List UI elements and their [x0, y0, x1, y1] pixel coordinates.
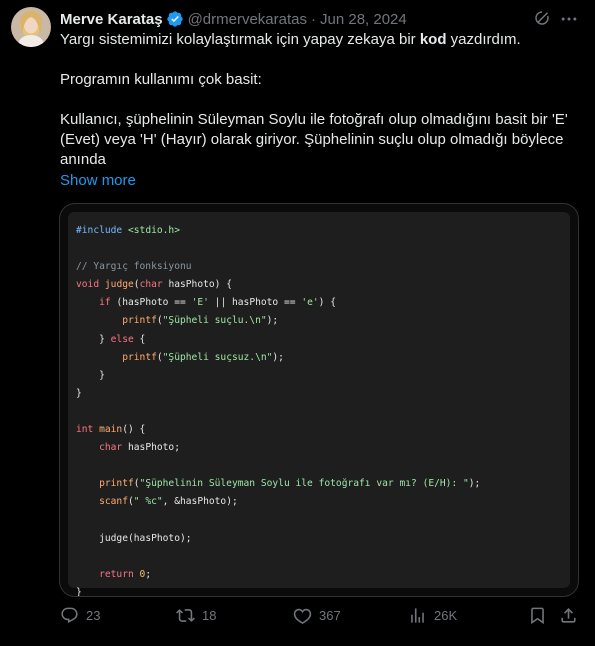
more-icon[interactable]	[559, 9, 579, 29]
tweet-paragraph-3: Kullanıcı, şüphelinin Süleyman Soylu ile…	[60, 111, 568, 168]
share-button[interactable]	[559, 606, 578, 625]
verified-badge-icon	[166, 10, 184, 28]
like-count: 367	[319, 608, 341, 623]
views-icon	[411, 608, 424, 623]
code-block: #include <stdio.h> // Yargıç fonksiyonu …	[68, 212, 570, 596]
share-icon	[561, 608, 576, 623]
show-more-link[interactable]: Show more	[60, 171, 136, 191]
repost-button[interactable]: 18	[176, 606, 216, 625]
tweet-header: Merve Karataş @drmervekaratas · Jun 28, …	[60, 8, 579, 30]
grok-icon[interactable]	[533, 9, 551, 27]
author-name[interactable]: Merve Karataş	[60, 11, 163, 28]
separator: ·	[311, 10, 316, 28]
reply-button[interactable]: 23	[60, 606, 100, 625]
tweet-text: Yargı sistemimizi kolaylaştırmak için ya…	[60, 30, 580, 170]
code-image[interactable]: #include <stdio.h> // Yargıç fonksiyonu …	[59, 203, 579, 597]
reply-count: 23	[86, 608, 101, 623]
tweet-date[interactable]: Jun 28, 2024	[320, 11, 407, 28]
avatar[interactable]	[11, 7, 51, 47]
bookmark-button[interactable]	[528, 606, 547, 625]
like-icon	[293, 608, 312, 624]
repost-icon	[176, 609, 195, 622]
reply-icon	[61, 607, 78, 624]
views-count: 26K	[434, 608, 458, 623]
code-text: #include <stdio.h> // Yargıç fonksiyonu …	[76, 225, 481, 597]
repost-count: 18	[202, 608, 217, 623]
like-button[interactable]: 367	[293, 606, 341, 625]
tweet-line-1: Yargı sistemimizi kolaylaştırmak için ya…	[60, 31, 521, 48]
bookmark-icon	[531, 607, 544, 625]
views-button[interactable]: 26K	[408, 606, 457, 625]
tweet: Merve Karataş @drmervekaratas · Jun 28, …	[0, 0, 595, 646]
tweet-actions: 23 18 367 26K	[60, 606, 579, 630]
tweet-paragraph-2: Programın kullanımı çok basit:	[60, 71, 262, 88]
author-handle[interactable]: @drmervekaratas	[188, 11, 307, 28]
